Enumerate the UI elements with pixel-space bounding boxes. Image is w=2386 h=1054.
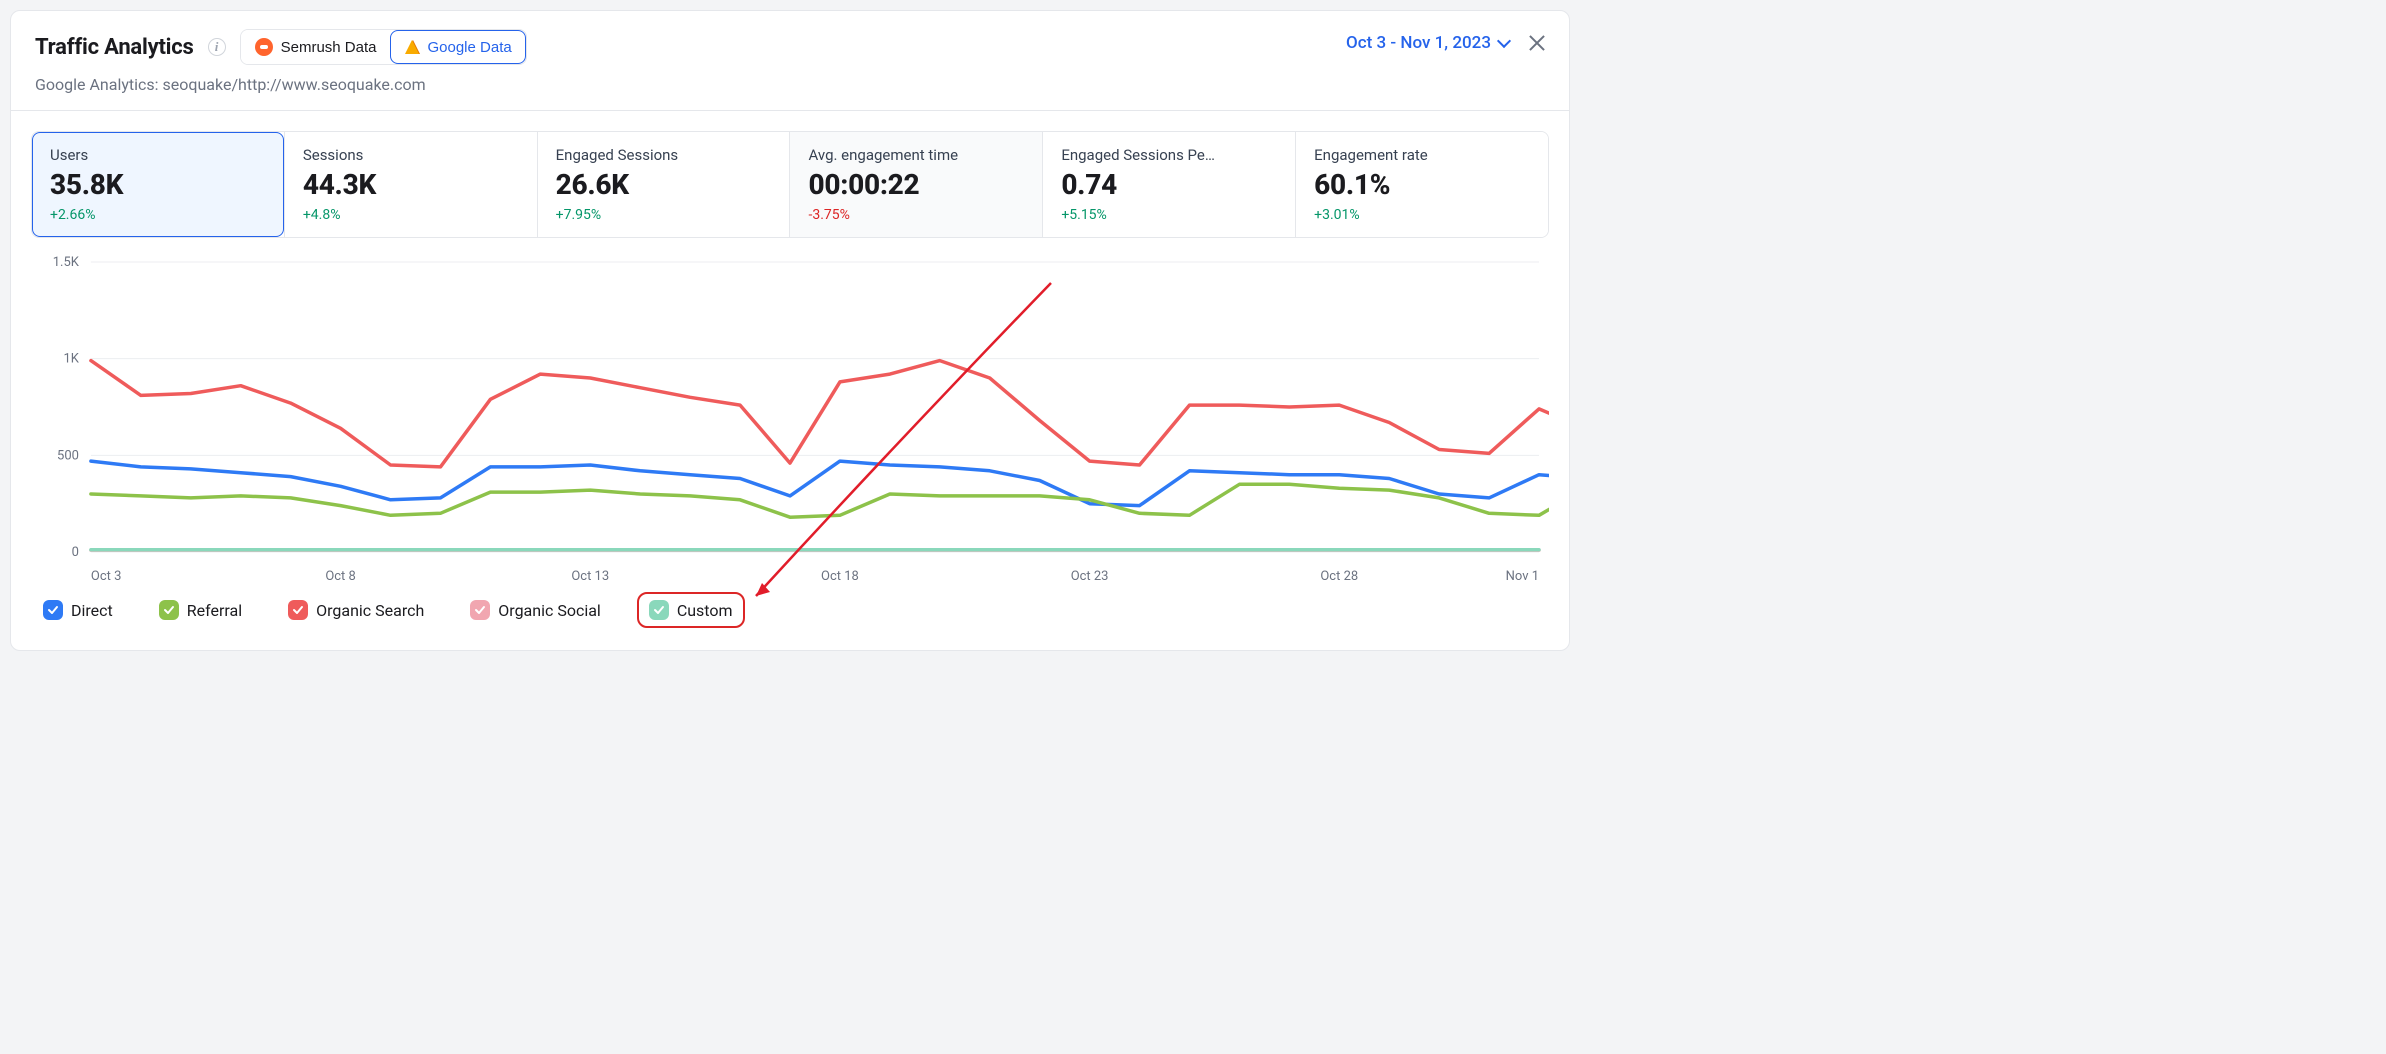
- semrush-icon: [255, 38, 273, 56]
- kpi-delta: +4.8%: [303, 207, 519, 223]
- series-line: [91, 361, 1549, 467]
- kpi-eng[interactable]: Engaged Sessions 26.6K +7.95%: [537, 132, 790, 237]
- svg-text:Nov 1: Nov 1: [1506, 569, 1539, 584]
- tab-google-data[interactable]: Google Data: [390, 30, 525, 64]
- chevron-down-icon: [1497, 34, 1511, 48]
- kpi-label: Engagement rate: [1314, 146, 1530, 164]
- legend-label: Direct: [71, 601, 113, 620]
- svg-text:Oct 18: Oct 18: [821, 569, 859, 584]
- kpi-value: 44.3K: [303, 168, 519, 201]
- svg-text:0: 0: [72, 545, 79, 560]
- svg-text:500: 500: [57, 448, 79, 463]
- page-title: Traffic Analytics: [35, 35, 194, 60]
- legend-referral[interactable]: Referral: [149, 594, 252, 626]
- kpi-row: Users 35.8K +2.66% Sessions 44.3K +4.8% Engage…: [31, 131, 1549, 238]
- kpi-avgt[interactable]: Avg. engagement time 00:00:22 -3.75%: [789, 132, 1042, 237]
- kpi-label: Sessions: [303, 146, 519, 164]
- chart-legend: Direct Referral Organic Search Organic Soci…: [31, 592, 1549, 632]
- legend-label: Custom: [677, 601, 733, 620]
- svg-text:Oct 3: Oct 3: [91, 569, 121, 584]
- kpi-value: 0.74: [1061, 168, 1277, 201]
- legend-direct[interactable]: Direct: [33, 594, 123, 626]
- kpi-label: Avg. engagement time: [808, 146, 1024, 164]
- kpi-delta: +5.15%: [1061, 207, 1277, 223]
- kpi-label: Engaged Sessions: [556, 146, 772, 164]
- svg-text:Oct 8: Oct 8: [325, 569, 355, 584]
- kpi-delta: +7.95%: [556, 207, 772, 223]
- kpi-value: 00:00:22: [808, 168, 1024, 201]
- tab-google-label: Google Data: [427, 39, 511, 56]
- traffic-analytics-card: Traffic Analytics i Semrush Data Google …: [10, 10, 1570, 651]
- date-range-label: Oct 3 - Nov 1, 2023: [1346, 33, 1491, 53]
- kpi-delta: -3.75%: [808, 207, 1024, 223]
- info-icon[interactable]: i: [208, 38, 226, 56]
- kpi-delta: +2.66%: [50, 207, 266, 223]
- kpi-value: 60.1%: [1314, 168, 1530, 201]
- legend-label: Organic Social: [498, 601, 601, 620]
- legend-swatch: [159, 600, 179, 620]
- legend-label: Organic Search: [316, 601, 424, 620]
- tab-semrush-label: Semrush Data: [281, 39, 377, 56]
- close-icon[interactable]: [1527, 33, 1547, 53]
- svg-text:Oct 23: Oct 23: [1071, 569, 1109, 584]
- legend-swatch: [43, 600, 63, 620]
- tab-semrush-data[interactable]: Semrush Data: [241, 30, 391, 64]
- svg-text:Oct 28: Oct 28: [1320, 569, 1358, 584]
- date-range-picker[interactable]: Oct 3 - Nov 1, 2023: [1346, 33, 1509, 53]
- kpi-label: Engaged Sessions Pe…: [1061, 146, 1277, 164]
- kpi-value: 35.8K: [50, 168, 266, 201]
- data-source-toggle: Semrush Data Google Data: [240, 29, 527, 65]
- svg-text:1.5K: 1.5K: [53, 255, 80, 270]
- kpi-value: 26.6K: [556, 168, 772, 201]
- kpi-erate[interactable]: Engagement rate 60.1% +3.01%: [1295, 132, 1548, 237]
- series-line: [91, 484, 1549, 517]
- legend-swatch: [649, 600, 669, 620]
- series-line: [91, 461, 1549, 506]
- legend-label: Referral: [187, 601, 242, 620]
- legend-swatch: [288, 600, 308, 620]
- google-analytics-icon: [405, 40, 419, 54]
- legend-custom[interactable]: Custom: [637, 592, 745, 628]
- header: Traffic Analytics i Semrush Data Google …: [11, 11, 1569, 111]
- kpi-sess[interactable]: Sessions 44.3K +4.8%: [284, 132, 537, 237]
- legend-orgsearch[interactable]: Organic Search: [278, 594, 434, 626]
- svg-text:Oct 13: Oct 13: [571, 569, 609, 584]
- kpi-label: Users: [50, 146, 266, 164]
- kpi-users[interactable]: Users 35.8K +2.66%: [32, 132, 284, 237]
- svg-text:1K: 1K: [63, 352, 79, 367]
- legend-swatch: [470, 600, 490, 620]
- kpi-esps[interactable]: Engaged Sessions Pe… 0.74 +5.15%: [1042, 132, 1295, 237]
- kpi-delta: +3.01%: [1314, 207, 1530, 223]
- chart-area: 0 500 1K 1.5K Oct 3 Oct 8 Oct 13 Oct 18 Oct 23 Oc…: [11, 238, 1569, 650]
- line-chart: 0 500 1K 1.5K Oct 3 Oct 8 Oct 13 Oct 18 Oct 23 Oc…: [31, 252, 1549, 592]
- legend-orgsocial[interactable]: Organic Social: [460, 594, 611, 626]
- datasource-subtitle: Google Analytics: seoquake/http://www.se…: [35, 75, 1545, 94]
